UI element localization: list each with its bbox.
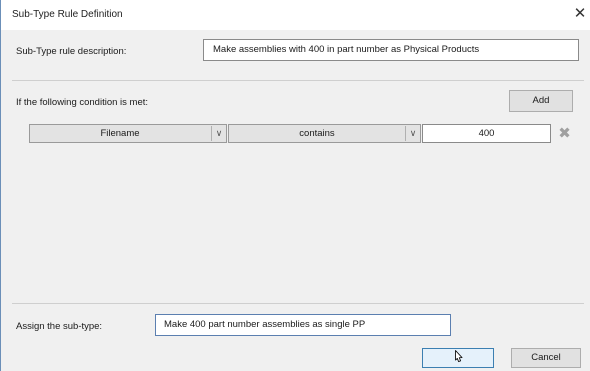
condition-row: Filename ∨ contains ∨ 400 ✖ — [29, 124, 575, 143]
operator-dropdown[interactable]: contains ∨ — [228, 124, 421, 143]
description-label: Sub-Type rule description: — [16, 46, 127, 57]
condition-label: If the following condition is met: — [16, 97, 149, 108]
operator-value: contains — [299, 128, 335, 139]
condition-value-input[interactable]: 400 — [422, 124, 551, 143]
divider-top — [12, 80, 584, 81]
property-value: Filename — [100, 128, 140, 139]
chevron-down-icon[interactable]: ∨ — [211, 126, 226, 141]
chevron-down-icon[interactable]: ∨ — [405, 126, 420, 141]
subtype-rule-dialog: Sub-Type Rule Definition ✕ Sub-Type rule… — [0, 0, 590, 371]
description-input[interactable]: Make assemblies with 400 in part number … — [203, 39, 579, 61]
divider-bottom — [12, 303, 584, 304]
assign-subtype-input[interactable]: Make 400 part number assemblies as singl… — [155, 314, 451, 336]
window-title: Sub-Type Rule Definition — [12, 9, 123, 20]
cancel-button[interactable]: Cancel — [511, 348, 581, 368]
add-condition-button[interactable]: Add — [509, 90, 573, 112]
property-dropdown[interactable]: Filename ∨ — [29, 124, 227, 143]
mouse-pointer-icon — [455, 350, 463, 363]
title-bar: Sub-Type Rule Definition ✕ — [1, 0, 590, 30]
assign-subtype-label: Assign the sub-type: — [16, 321, 103, 332]
delete-row-icon[interactable]: ✖ — [556, 125, 573, 142]
close-icon[interactable]: ✕ — [572, 5, 588, 23]
